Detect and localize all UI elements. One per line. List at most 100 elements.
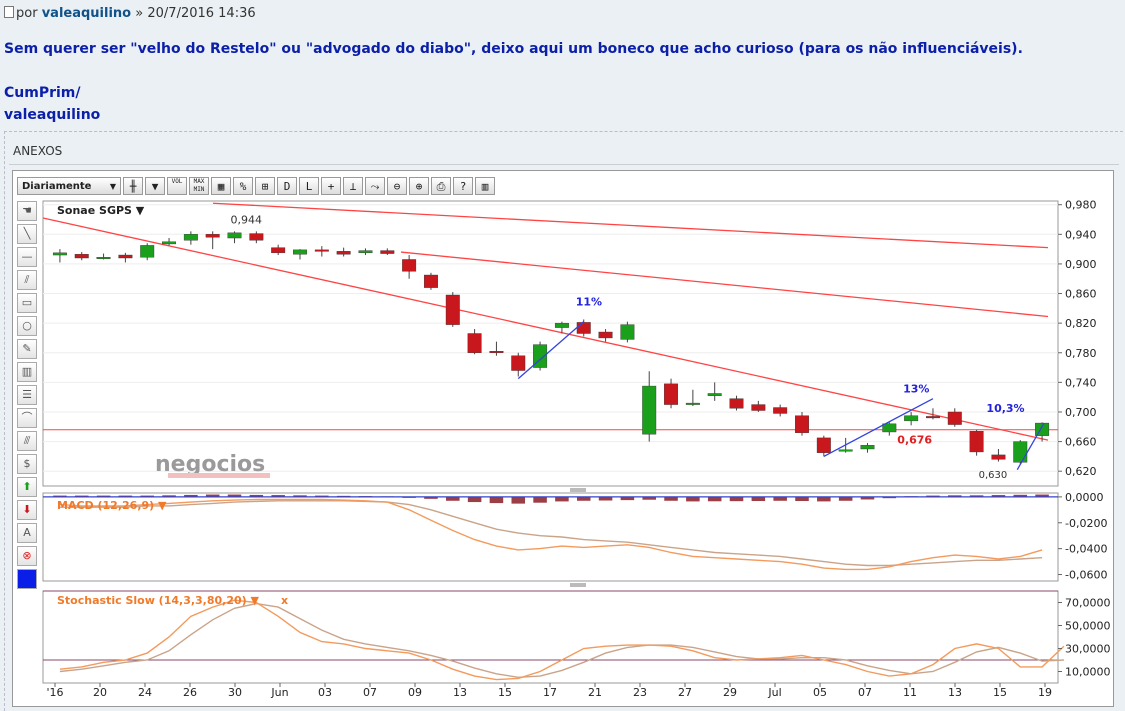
candle-body: [336, 251, 351, 255]
candle-body: [729, 398, 744, 409]
candle-body: [380, 250, 395, 254]
post-datetime: 20/7/2016 14:36: [147, 6, 256, 21]
candle-body: [227, 232, 242, 239]
candle-body: [1013, 441, 1028, 463]
candle-body: [511, 355, 526, 371]
x-tick-label: 27: [678, 686, 692, 699]
candle-body: [402, 259, 417, 272]
candle-body: [598, 331, 613, 339]
x-tick-label: 05: [813, 686, 827, 699]
candle-body: [140, 245, 155, 258]
macd-histogram-bar: [751, 496, 766, 502]
candle-body: [576, 322, 591, 334]
macd-tick-label: 0,0000: [1065, 491, 1104, 504]
macd-histogram-bar: [533, 496, 547, 503]
x-tick-label: 17: [543, 686, 557, 699]
symbol-label[interactable]: Sonae SGPS ▼: [57, 204, 145, 217]
stoch-tick-label: 50,0000: [1065, 620, 1111, 633]
post-header: por valeaquilino » 20/7/2016 14:36: [4, 6, 256, 21]
post-body: Sem querer ser "velho do Restelo" ou "ad…: [4, 41, 1023, 57]
candle-body: [685, 402, 700, 405]
candle-body: [642, 385, 657, 435]
x-tick-label: 13: [948, 686, 962, 699]
x-tick-label: 23: [633, 686, 647, 699]
candle-body: [969, 431, 984, 453]
x-tick-label: 20: [93, 686, 107, 699]
candle-body: [860, 445, 875, 450]
x-tick-label: 30: [228, 686, 242, 699]
annotation-pct-1: 11%: [576, 296, 602, 309]
candle-body: [838, 449, 853, 452]
macd-histogram-bar: [511, 496, 526, 504]
price-tick-label: 0,900: [1065, 258, 1097, 271]
candle-body: [96, 257, 111, 259]
candle-body: [947, 411, 962, 425]
candle-body: [925, 416, 940, 419]
x-tick-label: 15: [498, 686, 512, 699]
attachments-divider: [9, 164, 1119, 165]
macd-histogram-bar: [467, 496, 482, 503]
price-tick-label: 0,740: [1065, 376, 1097, 389]
candle-body: [554, 322, 569, 328]
macd-tick-label: -0,0200: [1065, 517, 1107, 530]
price-tick-label: 0,820: [1065, 317, 1097, 330]
macd-histogram-bar: [686, 496, 700, 502]
candle-body: [707, 393, 722, 396]
candle-body: [620, 324, 635, 340]
x-tick-label: 26: [183, 686, 197, 699]
x-tick-label: 24: [138, 686, 152, 699]
stoch-resize-handle[interactable]: [570, 583, 586, 587]
annotation-support-value: 0,676: [897, 434, 932, 447]
attachments-title: ANEXOS: [13, 144, 63, 158]
candle-body: [882, 423, 897, 433]
candle-body: [271, 247, 286, 254]
price-tick-label: 0,940: [1065, 228, 1097, 241]
candle-body: [314, 249, 329, 252]
candle-body: [489, 351, 504, 353]
stoch-tick-label: 10,0000: [1065, 666, 1111, 679]
x-tick-label: 19: [1038, 686, 1052, 699]
candle-body: [773, 407, 788, 414]
x-tick-label: '16: [46, 686, 63, 699]
post-by-label: por: [16, 6, 38, 21]
macd-histogram-bar: [817, 496, 831, 502]
annotation-pct-3: 10,3%: [986, 402, 1024, 415]
price-tick-label: 0,860: [1065, 288, 1097, 301]
annotation-high: 0,944: [231, 213, 262, 226]
macd-histogram-bar: [795, 496, 809, 502]
price-tick-label: 0,780: [1065, 347, 1097, 360]
signature-line-2: valeaquilino: [4, 107, 101, 123]
candle-body: [249, 233, 264, 241]
signature-line-1: CumPrim/: [4, 85, 81, 101]
price-tick-label: 0,660: [1065, 436, 1097, 449]
candle-body: [358, 250, 373, 254]
x-tick-label: 13: [453, 686, 467, 699]
stoch-label[interactable]: Stochastic Slow (14,3,3,80,20) ▼: [57, 594, 260, 607]
price-tick-label: 0,700: [1065, 406, 1097, 419]
x-tick-label: 15: [993, 686, 1007, 699]
candle-body: [991, 454, 1006, 460]
macd-histogram-bar: [489, 496, 504, 504]
candle-body: [118, 254, 133, 259]
macd-resize-handle[interactable]: [570, 488, 586, 492]
candle-body: [904, 415, 919, 422]
price-tick-label: 0,620: [1065, 465, 1097, 478]
chart-svg: negocios 0,94411%13%10,3%0,6760,630 Sona…: [42, 199, 1111, 699]
macd-label[interactable]: MACD (12,26,9) ▼: [57, 499, 167, 512]
candle-body: [293, 249, 307, 255]
price-tick-label: 0,980: [1065, 199, 1097, 212]
candle-body: [467, 333, 482, 353]
post-signature: CumPrim/ valeaquilino: [4, 82, 100, 126]
macd-histogram-bar: [707, 496, 722, 502]
annotation-low: 0,630: [979, 470, 1008, 481]
post-author-link[interactable]: valeaquilino: [42, 6, 131, 21]
macd-tick-label: -0,0600: [1065, 569, 1107, 582]
stoch-close-button[interactable]: x: [281, 594, 288, 607]
candle-body: [445, 294, 460, 325]
x-tick-label: 29: [723, 686, 737, 699]
candle-body: [162, 241, 177, 245]
x-tick-label: Jul: [767, 686, 781, 699]
post-separator: »: [135, 6, 144, 21]
x-tick-label: 09: [408, 686, 422, 699]
macd-histogram-bar: [555, 496, 569, 502]
